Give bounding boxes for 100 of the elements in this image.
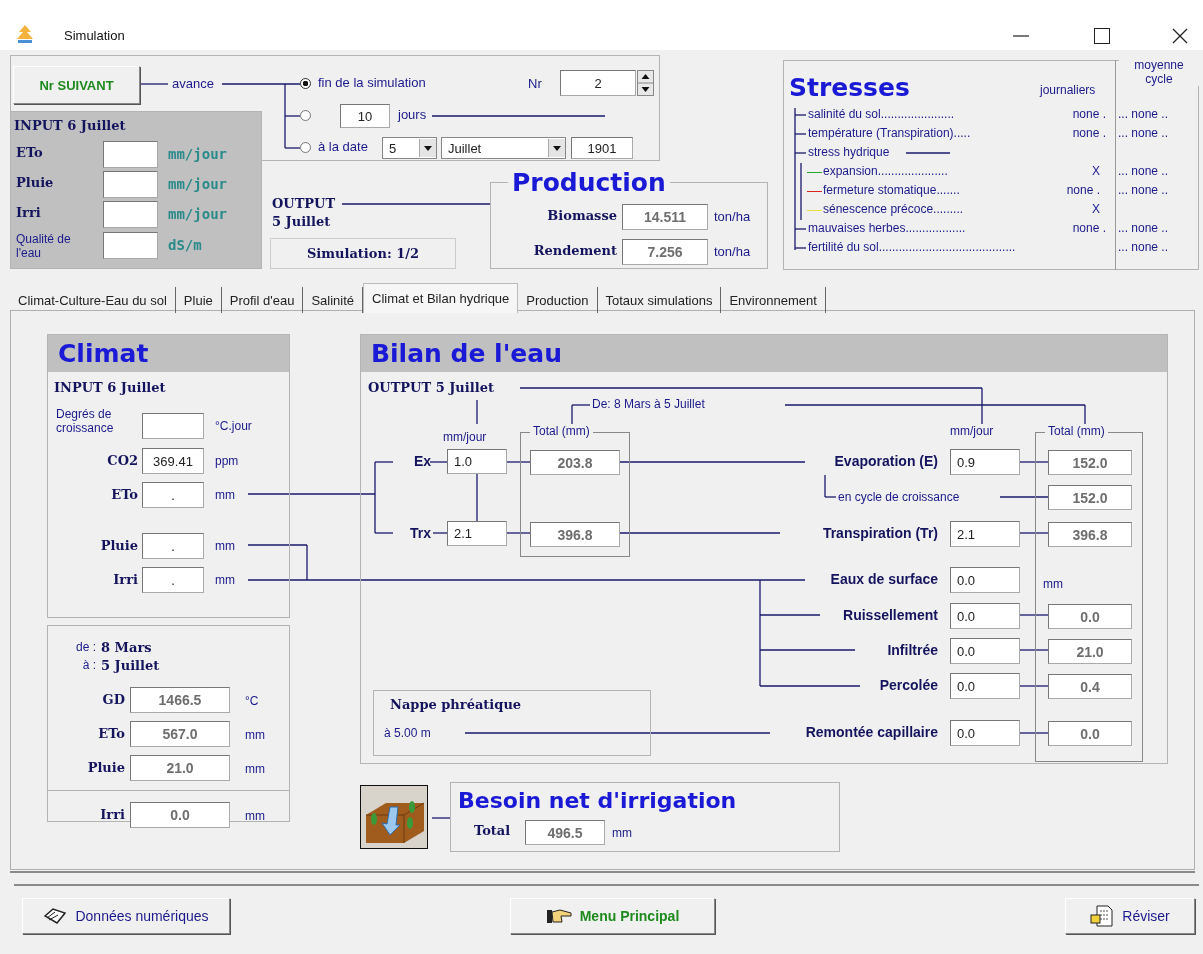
input-field[interactable]: 0.0 bbox=[130, 802, 230, 828]
label-text: ETo bbox=[98, 726, 125, 742]
input-field[interactable]: . bbox=[142, 482, 204, 508]
input-field[interactable]: 0.4 bbox=[1048, 674, 1132, 699]
unit-text: mm bbox=[215, 488, 235, 502]
input-field[interactable]: 0.0 bbox=[950, 673, 1020, 699]
unit-text: mm/jour bbox=[168, 176, 227, 192]
radio-button[interactable] bbox=[300, 78, 311, 89]
input-field[interactable] bbox=[103, 201, 158, 228]
maximize-icon[interactable] bbox=[1094, 28, 1110, 44]
input-field[interactable]: . bbox=[142, 567, 204, 593]
column-header: journaliers bbox=[1040, 83, 1096, 97]
unit-text: mm bbox=[245, 762, 265, 776]
footer-button[interactable]: Données numériques bbox=[22, 898, 230, 934]
input-field[interactable]: 0.0 bbox=[950, 720, 1020, 746]
column-header: Total (mm) bbox=[1045, 424, 1108, 438]
option-label: à la date bbox=[318, 139, 368, 155]
stress-value: X bbox=[1092, 202, 1100, 216]
label-text: Irri bbox=[16, 205, 41, 221]
tab[interactable]: Environnement bbox=[721, 287, 826, 313]
label-text: Infiltrée bbox=[887, 642, 938, 658]
input-field[interactable]: 14.511 bbox=[622, 204, 708, 230]
stress-label: sénescence précoce......... bbox=[823, 202, 964, 216]
input-field[interactable]: 2.1 bbox=[447, 521, 507, 546]
unit-text: mm/jour bbox=[168, 146, 227, 162]
label-text: Irri bbox=[100, 807, 125, 823]
spinner-icon[interactable] bbox=[637, 70, 654, 96]
stress-value: ... none .. bbox=[1118, 107, 1169, 121]
input-field[interactable]: 369.41 bbox=[142, 448, 204, 474]
input-field[interactable]: 0.0 bbox=[950, 603, 1020, 629]
option-label: fin de la simulation bbox=[318, 75, 426, 91]
input-field[interactable] bbox=[142, 413, 204, 439]
next-button[interactable]: Nr SUIVANT bbox=[13, 66, 140, 104]
month-dropdown[interactable]: Juillet bbox=[441, 137, 566, 159]
input-field[interactable]: 0.0 bbox=[950, 567, 1020, 593]
column-header: mm/jour bbox=[443, 430, 487, 444]
input-field[interactable]: 496.5 bbox=[525, 820, 605, 845]
dropdown-arrow-icon bbox=[553, 145, 561, 151]
input-field[interactable] bbox=[103, 171, 158, 198]
unit-text: °C.jour bbox=[215, 419, 252, 433]
stress-label: salinité du sol...................... bbox=[808, 107, 955, 121]
tab[interactable]: Climat-Culture-Eau du sol bbox=[10, 287, 176, 313]
stress-label: expansion..................... bbox=[823, 164, 948, 178]
label-text: de : bbox=[76, 640, 96, 654]
input-field[interactable]: 0.9 bbox=[950, 449, 1020, 475]
label-text: en cycle de croissance bbox=[838, 490, 960, 504]
input-field[interactable] bbox=[103, 232, 158, 259]
label-text: GD bbox=[102, 692, 125, 708]
label-text: Pluie bbox=[16, 175, 54, 191]
tab[interactable]: Production bbox=[518, 287, 598, 313]
input-field[interactable]: 396.8 bbox=[1048, 522, 1132, 547]
label-text: Ruissellement bbox=[843, 607, 938, 623]
output-title: OUTPUT bbox=[272, 196, 336, 212]
input-field[interactable]: . bbox=[142, 533, 204, 559]
input-title: INPUT 6 Juillet bbox=[54, 380, 166, 396]
input-field[interactable]: 7.256 bbox=[622, 239, 708, 265]
date-text: 8 Mars bbox=[101, 640, 152, 656]
label-text: Rendement bbox=[533, 243, 617, 259]
input-field[interactable]: 0.0 bbox=[1048, 604, 1132, 629]
radio-button[interactable] bbox=[300, 142, 311, 153]
input-field[interactable]: 1466.5 bbox=[130, 687, 230, 713]
tab[interactable]: Climat et Bilan hydrique bbox=[363, 283, 519, 313]
input-field[interactable]: 1901 bbox=[571, 137, 633, 159]
input-field[interactable]: 0.0 bbox=[950, 638, 1020, 664]
input-field[interactable]: 567.0 bbox=[130, 721, 230, 747]
water-table-title: Nappe phréatique bbox=[390, 697, 522, 713]
input-field[interactable] bbox=[103, 141, 158, 168]
tab[interactable]: Profil d'eau bbox=[221, 287, 304, 313]
input-field[interactable]: 0.0 bbox=[1048, 721, 1132, 746]
stress-value: ... none .. bbox=[1118, 164, 1169, 178]
window-title: Simulation bbox=[64, 28, 125, 44]
input-field[interactable]: 396.8 bbox=[530, 522, 620, 547]
footer-button[interactable]: Réviser bbox=[1065, 898, 1195, 934]
stress-label: stress hydrique bbox=[808, 145, 890, 159]
day-dropdown[interactable]: 5 bbox=[382, 137, 437, 159]
radio-button[interactable] bbox=[300, 110, 311, 121]
output-title: OUTPUT 5 Juillet bbox=[368, 380, 494, 396]
input-field[interactable]: 152.0 bbox=[1048, 485, 1132, 510]
input-field[interactable]: 203.8 bbox=[530, 450, 620, 475]
label-text: Ex bbox=[413, 453, 431, 469]
input-field[interactable]: 2 bbox=[560, 70, 636, 96]
input-field[interactable]: 152.0 bbox=[1048, 450, 1132, 475]
input-field[interactable]: 2.1 bbox=[950, 521, 1020, 547]
label-text: Transpiration (Tr) bbox=[822, 525, 938, 541]
unit-text: mm bbox=[245, 809, 265, 823]
book-icon bbox=[43, 907, 68, 925]
stress-label: fertilité du sol......................................... bbox=[808, 240, 1016, 254]
output-date: 5 Juillet bbox=[272, 214, 331, 230]
input-field[interactable]: 1.0 bbox=[447, 449, 507, 474]
close-icon[interactable] bbox=[1172, 28, 1188, 44]
input-field[interactable]: 21.0 bbox=[130, 755, 230, 781]
tab[interactable]: Totaux simulations bbox=[597, 287, 722, 313]
stress-value: ... none .. bbox=[1118, 221, 1169, 235]
tab[interactable]: Pluie bbox=[175, 287, 222, 313]
input-field[interactable]: 21.0 bbox=[1048, 639, 1132, 664]
column-header: moyenne cycle bbox=[1119, 58, 1199, 86]
period-text: De: 8 Mars à 5 Juillet bbox=[592, 397, 705, 411]
footer-button[interactable]: Menu Principal bbox=[510, 898, 715, 934]
input-field[interactable]: 10 bbox=[340, 104, 390, 128]
irrigation-title: Besoin net d'irrigation bbox=[458, 787, 737, 815]
